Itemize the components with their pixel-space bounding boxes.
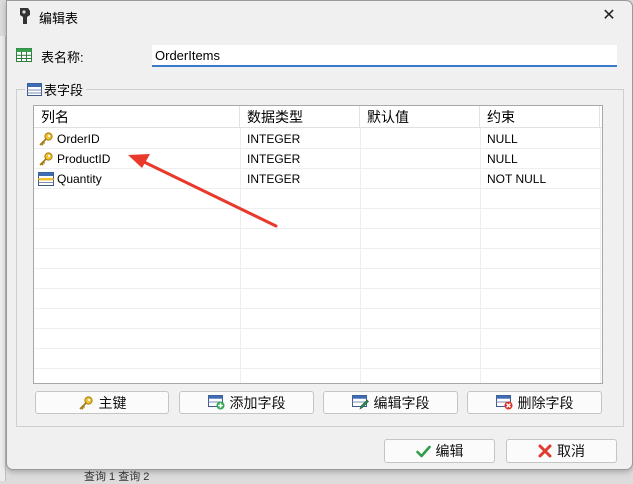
table-name-input[interactable]: [152, 45, 617, 67]
field-type: INTEGER: [247, 132, 301, 146]
table-icon: [16, 48, 32, 62]
fields-table[interactable]: 列名 数据类型 默认值 约束 OrderID INTEGER NULL Prod…: [33, 105, 603, 384]
column-header-default[interactable]: 默认值: [360, 106, 480, 128]
row-divider: [34, 328, 602, 329]
primary-key-button[interactable]: 主键: [35, 391, 169, 414]
edit-table-dialog: 编辑表 ✕ 表名称: 表字段 列名 数据类型 默认值 约束: [6, 0, 633, 470]
field-name: ProductID: [57, 152, 111, 166]
row-divider: [34, 368, 602, 369]
cancel-label: 取消: [557, 443, 585, 459]
row-divider: [34, 268, 602, 269]
field-list-icon: [27, 82, 42, 96]
table-row[interactable]: OrderID INTEGER NULL: [34, 129, 602, 149]
close-icon: ✕: [602, 7, 616, 24]
add-field-icon: [207, 395, 224, 410]
table-row[interactable]: ProductID INTEGER NULL: [34, 149, 602, 169]
delete-field-icon: [495, 395, 512, 410]
delete-field-label: 删除字段: [517, 394, 574, 411]
fields-group-label: 表字段: [44, 82, 84, 98]
column-header-constraint[interactable]: 约束: [480, 106, 600, 128]
table-row[interactable]: Quantity INTEGER NOT NULL: [34, 169, 602, 189]
close-button[interactable]: ✕: [598, 6, 620, 26]
field-constraint: NOT NULL: [487, 172, 547, 186]
row-divider: [34, 208, 602, 209]
key-icon: [78, 395, 93, 410]
field-constraint: NULL: [487, 132, 518, 146]
table-name-label: 表名称:: [41, 50, 84, 65]
delete-field-button[interactable]: 删除字段: [467, 391, 602, 414]
add-field-button[interactable]: 添加字段: [179, 391, 314, 414]
app-icon: [20, 8, 30, 24]
table-header: 列名 数据类型 默认值 约束: [34, 106, 602, 128]
title-bar[interactable]: 编辑表 ✕: [7, 1, 632, 31]
edit-field-label: 编辑字段: [373, 394, 430, 411]
ok-edit-label: 编辑: [435, 443, 464, 459]
cancel-button[interactable]: 取消: [506, 439, 617, 463]
window-title: 编辑表: [39, 11, 79, 26]
primary-key-label: 主键: [98, 394, 127, 411]
field-default: [360, 129, 365, 149]
field-name: OrderID: [57, 132, 100, 146]
row-divider: [34, 348, 602, 349]
ok-edit-button[interactable]: 编辑: [384, 439, 495, 463]
column-header-name[interactable]: 列名: [34, 106, 240, 128]
checkmark-icon: [415, 445, 431, 457]
cancel-x-icon: [538, 444, 552, 458]
row-divider: [34, 228, 602, 229]
field-constraint: NULL: [487, 152, 518, 166]
row-divider: [34, 308, 602, 309]
edit-field-button[interactable]: 编辑字段: [323, 391, 458, 414]
field-default: [360, 149, 365, 169]
field-name: Quantity: [57, 172, 102, 186]
row-divider: [34, 288, 602, 289]
field-type: INTEGER: [247, 172, 301, 186]
row-divider: [34, 248, 602, 249]
fields-group-legend: 表字段: [25, 80, 87, 98]
field-default: [360, 169, 365, 189]
edit-field-icon: [351, 395, 369, 410]
column-header-type[interactable]: 数据类型: [240, 106, 360, 128]
field-type: INTEGER: [247, 152, 301, 166]
add-field-label: 添加字段: [229, 394, 286, 411]
